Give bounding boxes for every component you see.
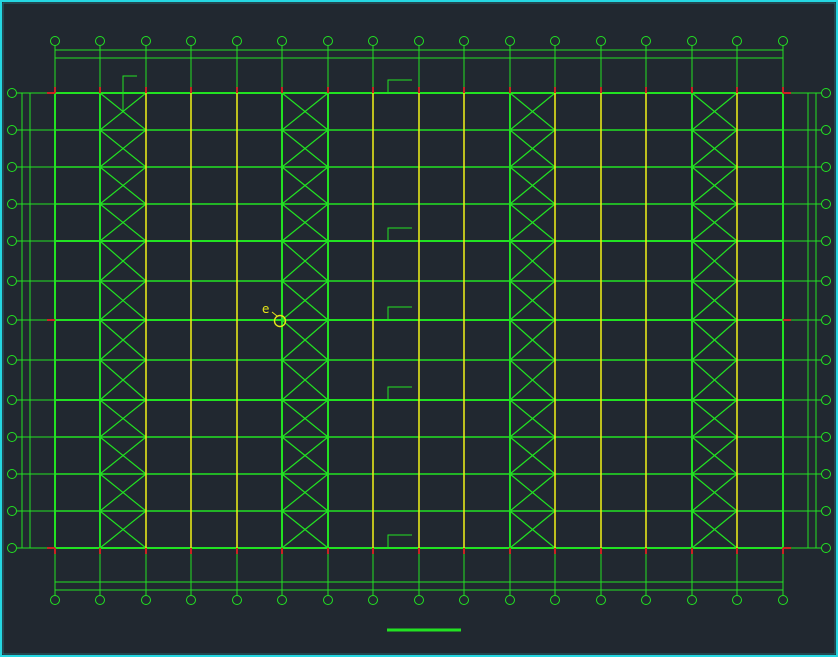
section-tag	[387, 306, 412, 320]
axis-bubble-top	[641, 36, 651, 46]
axis-bubble-right	[821, 162, 831, 172]
node-marker-label: e	[262, 302, 269, 316]
axis-bubble-right	[821, 199, 831, 209]
axis-bubble-right	[821, 125, 831, 135]
node-marker-leader	[271, 311, 278, 317]
axis-bubble-bottom	[232, 595, 242, 605]
axis-bubble-top	[687, 36, 697, 46]
axis-bubble-top	[596, 36, 606, 46]
axis-bubble-bottom	[687, 595, 697, 605]
axis-bubble-bottom	[732, 595, 742, 605]
axis-bubble-bottom	[323, 595, 333, 605]
section-tag	[387, 227, 412, 241]
section-tag	[387, 79, 412, 93]
axis-bubble-left	[7, 236, 17, 246]
axis-bubble-bottom	[186, 595, 196, 605]
axis-bubble-top	[323, 36, 333, 46]
axis-bubble-left	[7, 469, 17, 479]
axis-bubble-right	[821, 506, 831, 516]
axis-bubble-left	[7, 162, 17, 172]
axis-bubble-right	[821, 236, 831, 246]
axis-bubble-right	[821, 276, 831, 286]
axis-bubble-left	[7, 506, 17, 516]
axis-bubble-top	[505, 36, 515, 46]
axis-bubble-top	[732, 36, 742, 46]
axis-bubble-bottom	[596, 595, 606, 605]
framing-plan: e	[0, 0, 838, 657]
axis-bubble-bottom	[141, 595, 151, 605]
axis-bubble-right	[821, 315, 831, 325]
axis-bubble-left	[7, 543, 17, 553]
section-tag	[387, 386, 412, 400]
axis-bubble-right	[821, 469, 831, 479]
frame-members-layer	[47, 87, 791, 554]
axis-bubble-left	[7, 276, 17, 286]
axis-bubble-left	[7, 199, 17, 209]
axis-bubble-bottom	[277, 595, 287, 605]
axis-bubble-bottom	[95, 595, 105, 605]
axis-bubble-right	[821, 432, 831, 442]
cad-drawing-frame: e	[0, 0, 838, 657]
axis-bubble-top	[95, 36, 105, 46]
axis-bubble-left	[7, 125, 17, 135]
axis-bubble-bottom	[50, 595, 60, 605]
axis-bubble-right	[821, 543, 831, 553]
axis-bubble-left	[7, 88, 17, 98]
axis-bubble-bottom	[414, 595, 424, 605]
axis-bubble-top	[141, 36, 151, 46]
axis-bubble-top	[277, 36, 287, 46]
axis-bubble-right	[821, 355, 831, 365]
axis-bubble-bottom	[641, 595, 651, 605]
axis-bubble-top	[778, 36, 788, 46]
section-tag	[387, 534, 412, 548]
axis-bubble-right	[821, 88, 831, 98]
axis-bubble-left	[7, 315, 17, 325]
axis-bubble-bottom	[778, 595, 788, 605]
axis-bubble-top	[50, 36, 60, 46]
axis-bubble-top	[550, 36, 560, 46]
axis-bubble-top	[414, 36, 424, 46]
axis-bubble-left	[7, 432, 17, 442]
axis-bubble-top	[232, 36, 242, 46]
axis-bubble-right	[821, 395, 831, 405]
axis-bubble-top	[459, 36, 469, 46]
axis-bubble-top	[368, 36, 378, 46]
axis-bubble-left	[7, 395, 17, 405]
axis-bubble-bottom	[550, 595, 560, 605]
axis-bubble-bottom	[505, 595, 515, 605]
axis-bubble-bottom	[368, 595, 378, 605]
axis-bubble-left	[7, 355, 17, 365]
axis-bubble-top	[186, 36, 196, 46]
axis-bubble-bottom	[459, 595, 469, 605]
